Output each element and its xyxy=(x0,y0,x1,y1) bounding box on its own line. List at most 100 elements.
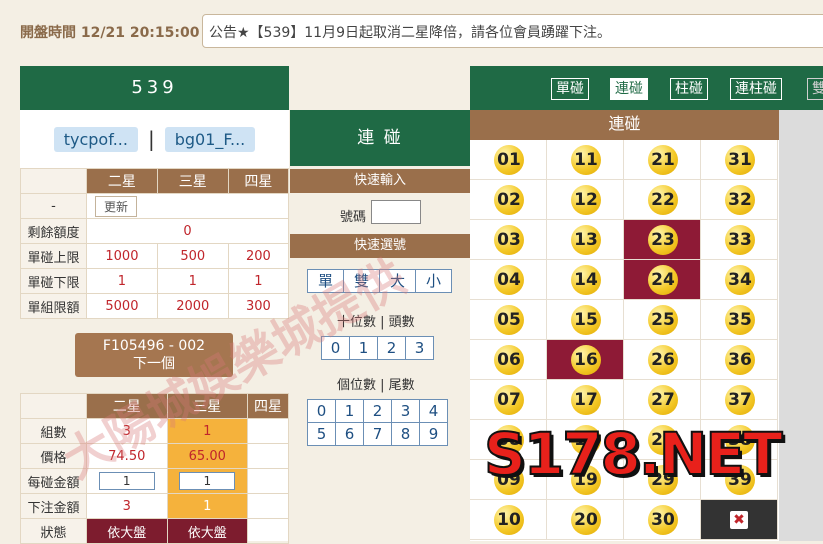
even-button[interactable]: 雙 xyxy=(343,269,380,293)
units-4-button[interactable]: 4 xyxy=(419,399,448,423)
units-0-button[interactable]: 0 xyxy=(307,399,336,423)
update-button[interactable]: 更新 xyxy=(95,195,138,217)
number-cell-15[interactable]: 15 xyxy=(547,300,624,340)
number-ball: 10 xyxy=(494,505,524,535)
number-ball: 20 xyxy=(571,505,601,535)
row-label: 單組限額 xyxy=(20,293,87,319)
number-input[interactable] xyxy=(371,200,421,224)
number-cell-35[interactable]: 35 xyxy=(701,300,778,340)
number-ball: 05 xyxy=(494,305,524,335)
number-cell-17[interactable]: 17 xyxy=(547,380,624,420)
units-1-button[interactable]: 1 xyxy=(335,399,364,423)
number-cell-16[interactable]: 16 xyxy=(547,340,624,380)
number-cell-23[interactable]: 23 xyxy=(624,220,701,260)
tab-multi-column[interactable]: 連柱碰 xyxy=(730,78,782,100)
number-cell-27[interactable]: 27 xyxy=(624,380,701,420)
units-buttons-row1: 0 1 2 3 4 xyxy=(307,399,448,423)
number-ball: 35 xyxy=(725,305,755,335)
units-label: 個位數 | 尾數 xyxy=(337,378,415,393)
number-cell-02[interactable]: 02 xyxy=(470,180,547,220)
number-cell-32[interactable]: 32 xyxy=(701,180,778,220)
odd-button[interactable]: 單 xyxy=(307,269,344,293)
number-ball: 16 xyxy=(571,345,601,375)
number-cell-22[interactable]: 22 xyxy=(624,180,701,220)
clear-button[interactable]: ✖ xyxy=(701,500,778,540)
close-icon: ✖ xyxy=(730,511,748,529)
number-cell-37[interactable]: 37 xyxy=(701,380,778,420)
big-button[interactable]: 大 xyxy=(379,269,416,293)
number-ball: 01 xyxy=(494,145,524,175)
number-ball: 13 xyxy=(571,225,601,255)
small-button[interactable]: 小 xyxy=(415,269,452,293)
number-cell-33[interactable]: 33 xyxy=(701,220,778,260)
number-cell-10[interactable]: 10 xyxy=(470,500,547,540)
number-cell-09[interactable]: 09 xyxy=(470,460,547,500)
amount-input-3star[interactable]: 1 xyxy=(179,472,236,490)
number-ball: 22 xyxy=(648,185,678,215)
number-cell-13[interactable]: 13 xyxy=(547,220,624,260)
number-ball: 19 xyxy=(571,465,601,495)
number-grid: 01 02 03 04 05 06 07 08 09 10 11 12 13 14 15 16 17 18 19 20… xyxy=(470,140,779,541)
number-cell-06[interactable]: 06 xyxy=(470,340,547,380)
number-cell-03[interactable]: 03 xyxy=(470,220,547,260)
number-cell-24[interactable]: 24 xyxy=(624,260,701,300)
units-9-button[interactable]: 9 xyxy=(419,422,448,446)
right-gutter xyxy=(779,110,823,541)
number-cell-05[interactable]: 05 xyxy=(470,300,547,340)
tens-3-button[interactable]: 3 xyxy=(405,336,434,360)
row-label: 組數 xyxy=(20,418,87,444)
price-3star: 65.00 xyxy=(166,443,249,469)
next-ticket-button[interactable]: F105496 - 002 下一個 xyxy=(75,333,233,377)
number-ball: 17 xyxy=(571,385,601,415)
bet-table: 二星 三星 四星 組數 3 1 價格 74.50 65.00 每碰金額 1 1 … xyxy=(20,393,289,544)
number-cell-19[interactable]: 19 xyxy=(547,460,624,500)
tab-multi[interactable]: 連碰 xyxy=(610,78,648,100)
col-header: 四星 xyxy=(247,393,289,419)
number-ball: 27 xyxy=(648,385,678,415)
tens-label: 十位數 | 頭數 xyxy=(337,315,415,330)
number-cell-34[interactable]: 34 xyxy=(701,260,778,300)
tab-column[interactable]: 柱碰 xyxy=(670,78,708,100)
account-tag[interactable]: tycpof... xyxy=(53,126,138,152)
tens-2-button[interactable]: 2 xyxy=(377,336,406,360)
number-cell-07[interactable]: 07 xyxy=(470,380,547,420)
number-cell-38[interactable]: 38 xyxy=(701,420,778,460)
tens-0-button[interactable]: 0 xyxy=(321,336,350,360)
number-cell-29[interactable]: 29 xyxy=(624,460,701,500)
total-3star: 1 xyxy=(166,493,249,519)
status-3star: 依大盤 xyxy=(166,518,249,544)
tens-1-button[interactable]: 1 xyxy=(349,336,378,360)
number-cell-31[interactable]: 31 xyxy=(701,140,778,180)
units-8-button[interactable]: 8 xyxy=(391,422,420,446)
parity-size-buttons: 單 雙 大 小 xyxy=(307,269,452,293)
number-cell-04[interactable]: 04 xyxy=(470,260,547,300)
number-cell-26[interactable]: 26 xyxy=(624,340,701,380)
number-cell-39[interactable]: 39 xyxy=(701,460,778,500)
number-cell-21[interactable]: 21 xyxy=(624,140,701,180)
units-6-button[interactable]: 6 xyxy=(335,422,364,446)
number-cell-01[interactable]: 01 xyxy=(470,140,547,180)
tab-single[interactable]: 單碰 xyxy=(551,78,589,100)
groups-2star: 3 xyxy=(86,418,168,444)
number-cell-14[interactable]: 14 xyxy=(547,260,624,300)
units-3-button[interactable]: 3 xyxy=(391,399,420,423)
number-cell-12[interactable]: 12 xyxy=(547,180,624,220)
number-cell-18[interactable]: 18 xyxy=(547,420,624,460)
number-cell-36[interactable]: 36 xyxy=(701,340,778,380)
number-cell-25[interactable]: 25 xyxy=(624,300,701,340)
number-cell-20[interactable]: 20 xyxy=(547,500,624,540)
number-cell-30[interactable]: 30 xyxy=(624,500,701,540)
units-2-button[interactable]: 2 xyxy=(363,399,392,423)
price-2star: 74.50 xyxy=(86,443,168,469)
number-cell-28[interactable]: 28 xyxy=(624,420,701,460)
value-cell: 300 xyxy=(227,293,290,319)
account-tag[interactable]: bg01_F... xyxy=(164,126,256,152)
tab-double[interactable]: 雙 xyxy=(807,78,823,100)
number-cell-08[interactable]: 08 xyxy=(470,420,547,460)
amount-input-2star[interactable]: 1 xyxy=(98,472,155,490)
units-5-button[interactable]: 5 xyxy=(307,422,336,446)
number-ball: 12 xyxy=(571,185,601,215)
units-7-button[interactable]: 7 xyxy=(363,422,392,446)
number-ball: 23 xyxy=(648,225,678,255)
number-cell-11[interactable]: 11 xyxy=(547,140,624,180)
